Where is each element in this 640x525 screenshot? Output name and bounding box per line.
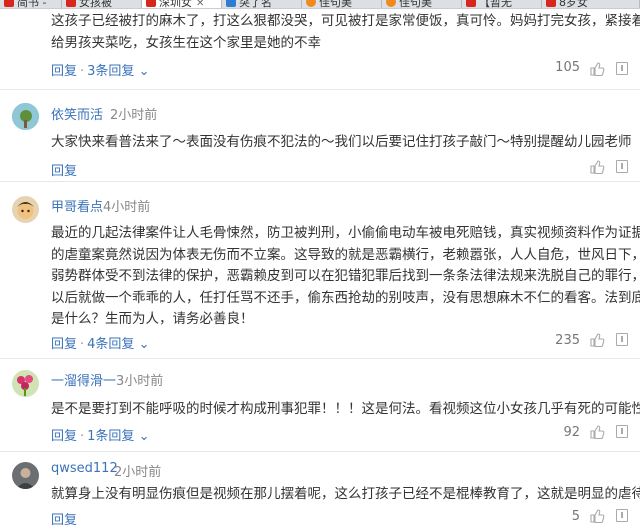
- report-icon[interactable]: [616, 333, 628, 346]
- avatar-image: [12, 462, 39, 489]
- comment-line: 以后就做一个乖乖的人，任打任骂不还手，偷东西抢劫的别吱声，没有思想麻木不仁的看客…: [51, 289, 640, 306]
- browser-tab[interactable]: 佳句美: [382, 0, 462, 8]
- comment-actions: 回复: [51, 509, 77, 525]
- comment-username[interactable]: 依笑而活: [51, 104, 103, 123]
- jianshu-favicon-icon: [466, 0, 476, 7]
- avatar[interactable]: [12, 103, 39, 130]
- comment-time: 3小时前: [116, 374, 164, 389]
- orange-favicon-icon: [386, 0, 396, 7]
- comment-item: 这孩子已经被打的麻木了，打这么狠都没哭，可见被打是家常便饭，真可怜。妈妈打完女孩…: [0, 9, 640, 89]
- comment-username[interactable]: 甲哥看点: [51, 196, 103, 215]
- browser-tab-strip: 简书 - 女孩被 深圳女 ✕ 突了名 佳句美 佳句美 【暂无 8岁女: [0, 0, 640, 9]
- jianshu-favicon-icon: [546, 0, 556, 7]
- comment-username[interactable]: qwsed112: [51, 461, 118, 476]
- reply-button[interactable]: 回复: [51, 337, 77, 352]
- browser-tab-active[interactable]: 深圳女 ✕: [142, 0, 222, 8]
- browser-tab[interactable]: 简书 -: [0, 0, 62, 8]
- replies-toggle[interactable]: 3条回复: [87, 64, 134, 79]
- browser-tab[interactable]: 佳句美: [302, 0, 382, 8]
- comment-actions: 回复 · 3条回复 ⌄: [51, 60, 149, 79]
- comment-line: 弱势群体受不到法律的保护，恶霸赖皮到可以在犯错犯罪后找到一条条法律法规来洗脱自己…: [51, 268, 640, 284]
- chevron-down-icon[interactable]: ⌄: [134, 64, 150, 79]
- action-separator: ·: [80, 429, 85, 444]
- comment-item: qwsed112 2小时前 就算身上没有明显伤痕但是视频在那儿摆着呢，这么打孩子…: [0, 452, 640, 525]
- action-separator: ·: [80, 64, 85, 79]
- browser-tab[interactable]: 【暂无: [462, 0, 542, 8]
- comment-body: 是不是要打到不能呼吸的时候才构成刑事犯罪！！！这是何法。看视频这位小女孩几乎有死…: [51, 399, 640, 421]
- comment-body: 这孩子已经被打的麻木了，打这么狠都没哭，可见被打是家常便饭，真可怜。妈妈打完女孩…: [51, 11, 640, 54]
- comment-line: 是不是要打到不能呼吸的时候才构成刑事犯罪！！！这是何法。看视频这位小女孩几乎有死…: [51, 401, 640, 417]
- comment-line: 就算身上没有明显伤痕但是视频在那儿摆着呢，这么打孩子已经不是棍棒教育了，这就是明…: [51, 486, 640, 502]
- thumbs-up-icon[interactable]: [589, 61, 605, 77]
- browser-tab[interactable]: 女孩被: [62, 0, 142, 8]
- reply-button[interactable]: 回复: [51, 164, 77, 179]
- avatar[interactable]: [12, 196, 39, 223]
- orange-favicon-icon: [306, 0, 316, 7]
- comment-username[interactable]: 一溜得滑一: [51, 370, 116, 389]
- comment-item: 依笑而活 2小时前 大家快来看普法来了～表面没有伤痕不犯法的～我们以后要记住打孩…: [0, 90, 640, 181]
- browser-tab[interactable]: 突了名: [222, 0, 302, 8]
- jianshu-favicon-icon: [66, 0, 76, 7]
- report-icon[interactable]: [616, 62, 628, 75]
- report-icon[interactable]: [616, 160, 628, 173]
- jianshu-favicon-icon: [4, 0, 14, 7]
- avatar[interactable]: [12, 370, 39, 397]
- comment-time: 4小时前: [103, 200, 151, 215]
- thumbs-up-icon[interactable]: [589, 508, 605, 524]
- comment-body: 最近的几起法律案件让人毛骨悚然，防卫被判刑，小偷偷电动车被电死赔钱，真实视频资料…: [51, 223, 640, 331]
- avatar-image: [12, 196, 39, 223]
- comment-item: 一溜得滑一 3小时前 是不是要打到不能呼吸的时候才构成刑事犯罪！！！这是何法。看…: [0, 359, 640, 451]
- comment-actions: 回复 · 1条回复 ⌄: [51, 425, 149, 444]
- comment-line: 是什么？生而为人，请务必善良！: [51, 311, 254, 327]
- like-count: 92: [563, 425, 580, 440]
- replies-toggle[interactable]: 1条回复: [87, 429, 134, 444]
- comment-item: 甲哥看点 4小时前 最近的几起法律案件让人毛骨悚然，防卫被判刑，小偷偷电动车被电…: [0, 182, 640, 358]
- report-icon[interactable]: [616, 425, 628, 438]
- chevron-down-icon[interactable]: ⌄: [134, 337, 150, 352]
- avatar[interactable]: [12, 462, 39, 489]
- like-count: 5: [571, 509, 580, 524]
- avatar-image: [12, 370, 39, 397]
- thumbs-up-icon[interactable]: [589, 159, 605, 175]
- like-count: 235: [555, 333, 580, 348]
- comment-line: 最近的几起法律案件让人毛骨悚然，防卫被判刑，小偷偷电动车被电死赔钱，真实视频资料…: [51, 225, 640, 241]
- reply-button[interactable]: 回复: [51, 513, 77, 525]
- report-icon[interactable]: [616, 509, 628, 522]
- comment-time: 2小时前: [110, 108, 158, 123]
- comment-line: 的虐童案竟然说因为体表无伤而不立案。这导致的就是恶霸横行，老赖嚣张，人人自危，世…: [51, 246, 640, 263]
- thumbs-up-icon[interactable]: [589, 332, 605, 348]
- reply-button[interactable]: 回复: [51, 429, 77, 444]
- comment-body: 大家快来看普法来了～表面没有伤痕不犯法的～我们以后要记住打孩子敲门～特别提醒幼儿…: [51, 132, 632, 154]
- generic-favicon-icon: [226, 0, 236, 7]
- comment-line: 大家快来看普法来了～表面没有伤痕不犯法的～我们以后要记住打孩子敲门～特别提醒幼儿…: [51, 134, 632, 150]
- close-icon[interactable]: ✕: [196, 0, 204, 8]
- comment-actions: 回复 · 4条回复 ⌄: [51, 333, 149, 352]
- chevron-down-icon[interactable]: ⌄: [134, 429, 150, 444]
- jianshu-favicon-icon: [146, 0, 156, 7]
- comment-line: 这孩子已经被打的麻木了，打这么狠都没哭，可见被打是家常便饭，真可怜。妈妈打完女孩…: [51, 13, 640, 29]
- reply-button[interactable]: 回复: [51, 64, 77, 79]
- avatar-image: [12, 103, 39, 130]
- comment-time: 2小时前: [114, 465, 162, 480]
- action-separator: ·: [80, 337, 85, 352]
- replies-toggle[interactable]: 4条回复: [87, 337, 134, 352]
- comment-actions: 回复: [51, 160, 77, 179]
- browser-tab[interactable]: 8岁女: [542, 0, 640, 8]
- comment-line: 给男孩夹菜吃，女孩生在这个家里是她的不幸: [51, 34, 321, 51]
- comment-body: 就算身上没有明显伤痕但是视频在那儿摆着呢，这么打孩子已经不是棍棒教育了，这就是明…: [51, 484, 640, 506]
- thumbs-up-icon[interactable]: [589, 424, 605, 440]
- like-count: 105: [555, 60, 580, 75]
